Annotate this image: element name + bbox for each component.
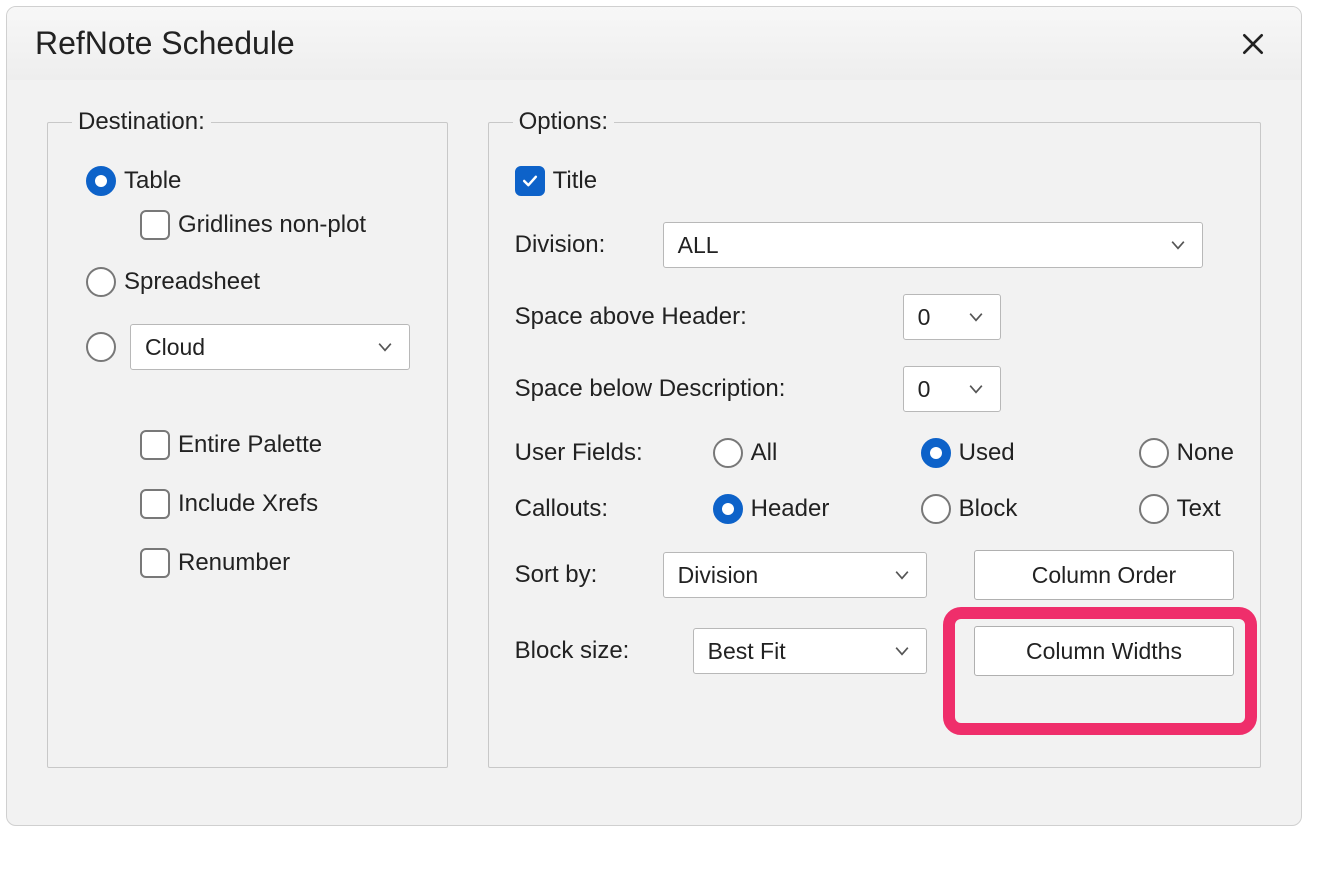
space-above-label: Space above Header: [515, 303, 885, 331]
entire-palette-label: Entire Palette [178, 431, 322, 459]
chevron-down-icon [966, 307, 986, 327]
include-xrefs-checkbox[interactable]: Include Xrefs [140, 489, 318, 519]
space-below-value: 0 [918, 376, 931, 403]
space-above-value: 0 [918, 304, 931, 331]
division-select[interactable]: ALL [663, 222, 1203, 268]
division-label: Division: [515, 231, 645, 259]
entire-palette-checkbox[interactable]: Entire Palette [140, 430, 322, 460]
options-legend: Options: [513, 108, 614, 136]
cloud-select[interactable]: Cloud [130, 324, 410, 370]
column-widths-button[interactable]: Column Widths [974, 626, 1234, 676]
column-order-button[interactable]: Column Order [974, 550, 1234, 600]
renumber-checkbox[interactable]: Renumber [140, 548, 290, 578]
user-fields-label: User Fields: [515, 439, 695, 467]
block-size-label: Block size: [515, 637, 675, 665]
chevron-down-icon [892, 565, 912, 585]
dialog-title: RefNote Schedule [35, 25, 295, 62]
cloud-select-value: Cloud [145, 334, 205, 361]
renumber-label: Renumber [178, 549, 290, 577]
close-button[interactable] [1235, 26, 1271, 62]
title-checkbox-label: Title [553, 167, 597, 195]
destination-legend: Destination: [72, 108, 211, 136]
callouts-radio-text[interactable]: Text [1139, 494, 1221, 524]
destination-radio-spreadsheet[interactable]: Spreadsheet [86, 267, 260, 297]
options-group: Options: Title Division: ALL Space above… [488, 108, 1261, 768]
sort-by-select[interactable]: Division [663, 552, 927, 598]
sort-by-label: Sort by: [515, 561, 645, 589]
uf-none-label: None [1177, 439, 1234, 467]
uf-all-label: All [751, 439, 778, 467]
block-size-select[interactable]: Best Fit [693, 628, 927, 674]
callouts-label: Callouts: [515, 495, 695, 523]
co-block-label: Block [959, 495, 1018, 523]
callouts-radio-header[interactable]: Header [713, 494, 863, 524]
destination-radio-table-label: Table [124, 167, 181, 195]
gridlines-checkbox[interactable]: Gridlines non-plot [140, 210, 366, 240]
block-size-value: Best Fit [708, 638, 786, 665]
user-fields-radio-used[interactable]: Used [921, 438, 1081, 468]
space-below-label: Space below Description: [515, 375, 885, 403]
sort-by-value: Division [678, 562, 759, 589]
chevron-down-icon [375, 337, 395, 357]
user-fields-radio-all[interactable]: All [713, 438, 863, 468]
callouts-radio-block[interactable]: Block [921, 494, 1081, 524]
close-icon [1240, 31, 1266, 57]
space-below-select[interactable]: 0 [903, 366, 1001, 412]
uf-used-label: Used [959, 439, 1015, 467]
destination-radio-spreadsheet-label: Spreadsheet [124, 268, 260, 296]
space-above-select[interactable]: 0 [903, 294, 1001, 340]
chevron-down-icon [1168, 235, 1188, 255]
user-fields-radio-none[interactable]: None [1139, 438, 1234, 468]
division-select-value: ALL [678, 232, 719, 259]
chevron-down-icon [892, 641, 912, 661]
co-header-label: Header [751, 495, 830, 523]
destination-group: Destination: Table Gridlines non-plot [47, 108, 448, 768]
title-checkbox[interactable]: Title [515, 166, 597, 196]
refnote-schedule-dialog: RefNote Schedule Destination: Table Grid… [6, 6, 1302, 826]
co-text-label: Text [1177, 495, 1221, 523]
destination-radio-table[interactable]: Table [86, 166, 181, 196]
chevron-down-icon [966, 379, 986, 399]
titlebar: RefNote Schedule [7, 7, 1301, 80]
destination-radio-cloud[interactable] [86, 332, 116, 362]
include-xrefs-label: Include Xrefs [178, 490, 318, 518]
gridlines-label: Gridlines non-plot [178, 211, 366, 239]
